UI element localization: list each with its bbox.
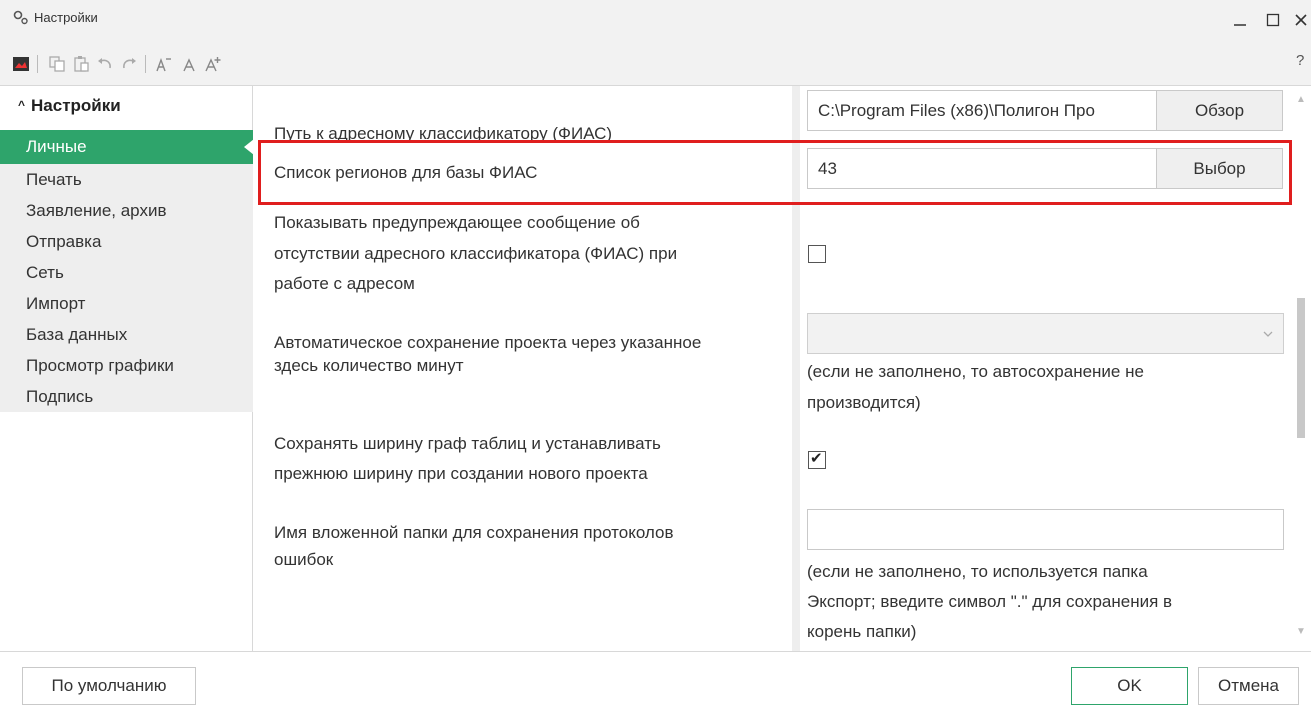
warning-label-line2: отсутствии адресного классификатора (ФИА… bbox=[274, 244, 678, 263]
scrollbar-thumb[interactable] bbox=[1297, 298, 1305, 438]
regions-input[interactable]: 43 bbox=[807, 148, 1157, 189]
ok-button[interactable]: OK bbox=[1071, 667, 1188, 705]
minimize-icon bbox=[1234, 24, 1246, 26]
sidebar-item-personal[interactable]: Личные bbox=[0, 130, 254, 164]
gears-icon bbox=[13, 10, 28, 25]
font-increase-icon[interactable] bbox=[204, 55, 222, 73]
sidebar-item-print[interactable]: Печать bbox=[0, 164, 253, 195]
autosave-label-line2: здесь количество минут bbox=[274, 356, 464, 375]
minimize-button[interactable] bbox=[1226, 6, 1254, 34]
browse-button[interactable]: Обзор bbox=[1156, 90, 1283, 131]
autosave-note-line2: производится) bbox=[807, 393, 921, 412]
scroll-up-arrow[interactable]: ▲ bbox=[1296, 94, 1306, 105]
warning-label-line1: Показывать предупреждающее сообщение об bbox=[274, 213, 640, 232]
copy-icon[interactable] bbox=[48, 55, 66, 73]
title-bar: Настройки bbox=[0, 0, 1311, 46]
close-icon bbox=[1295, 14, 1307, 26]
sidebar-item-import[interactable]: Импорт bbox=[0, 288, 253, 319]
close-button[interactable] bbox=[1291, 6, 1311, 34]
error-folder-note-line3: корень папки) bbox=[807, 622, 917, 641]
error-folder-note-line2: Экспорт; введите символ "." для сохранен… bbox=[807, 592, 1173, 611]
sidebar-item-sending[interactable]: Отправка bbox=[0, 226, 253, 257]
chevron-down-icon bbox=[1263, 331, 1273, 337]
sidebar-item-graphics-view[interactable]: Просмотр графики bbox=[0, 350, 253, 381]
error-folder-note-line1: (если не заполнено, то используется папк… bbox=[807, 562, 1148, 581]
autosave-select[interactable] bbox=[807, 313, 1284, 354]
cancel-button[interactable]: Отмена bbox=[1198, 667, 1299, 705]
undo-icon[interactable] bbox=[96, 55, 114, 73]
scroll-down-arrow[interactable]: ▼ bbox=[1296, 626, 1306, 637]
sidebar-header[interactable]: ^ Настройки bbox=[18, 96, 121, 116]
maximize-icon bbox=[1266, 13, 1280, 27]
sidebar-item-application-archive[interactable]: Заявление, архив bbox=[0, 195, 253, 226]
error-folder-input[interactable] bbox=[807, 509, 1284, 550]
help-button[interactable]: ? bbox=[1296, 52, 1304, 69]
font-normal-icon[interactable] bbox=[180, 55, 198, 73]
fias-path-input[interactable]: C:\Program Files (x86)\Полигон Про bbox=[807, 90, 1157, 131]
warning-label-line3: работе с адресом bbox=[274, 274, 415, 293]
column-width-label-line1: Сохранять ширину граф таблиц и устанавли… bbox=[274, 434, 661, 453]
select-button[interactable]: Выбор bbox=[1156, 148, 1283, 189]
sidebar-list: Личные Печать Заявление, архив Отправка … bbox=[0, 130, 254, 412]
window-title: Настройки bbox=[34, 10, 98, 25]
redo-icon[interactable] bbox=[120, 55, 138, 73]
toolbar-separator bbox=[37, 55, 38, 73]
error-folder-label-line2: ошибок bbox=[274, 550, 334, 569]
sidebar-item-signature[interactable]: Подпись bbox=[0, 381, 253, 412]
column-width-label-line2: прежнюю ширину при создании нового проек… bbox=[274, 464, 648, 483]
sidebar-header-label: Настройки bbox=[31, 96, 121, 115]
maximize-button[interactable] bbox=[1259, 6, 1287, 34]
toolbar-separator bbox=[145, 55, 146, 73]
defaults-button[interactable]: По умолчанию bbox=[22, 667, 196, 705]
sidebar-item-network[interactable]: Сеть bbox=[0, 257, 253, 288]
image-icon[interactable] bbox=[12, 55, 30, 73]
error-folder-label-line1: Имя вложенной папки для сохранения прото… bbox=[274, 523, 674, 542]
sidebar-item-database[interactable]: База данных bbox=[0, 319, 253, 350]
warning-checkbox[interactable] bbox=[808, 245, 826, 263]
column-width-checkbox[interactable] bbox=[808, 449, 826, 469]
regions-label: Список регионов для базы ФИАС bbox=[274, 163, 538, 182]
autosave-note-line1: (если не заполнено, то автосохранение не bbox=[807, 362, 1144, 381]
paste-icon[interactable] bbox=[72, 55, 90, 73]
font-decrease-icon[interactable] bbox=[155, 55, 173, 73]
chevron-up-icon: ^ bbox=[18, 98, 26, 112]
